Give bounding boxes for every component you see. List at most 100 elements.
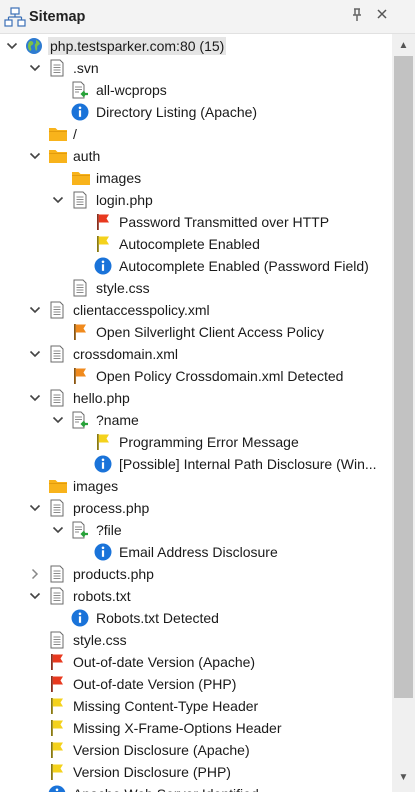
- tree-node[interactable]: Version Disclosure (PHP): [0, 761, 392, 783]
- tree-node-label[interactable]: /: [71, 125, 79, 143]
- flag-yellow-icon: [94, 235, 112, 253]
- tree-node-label[interactable]: products.php: [71, 565, 156, 583]
- chevron-down-icon[interactable]: [28, 387, 42, 409]
- tree-node[interactable]: ?name: [0, 409, 392, 431]
- tree-node-label[interactable]: Out-of-date Version (PHP): [71, 675, 238, 693]
- chevron-down-icon[interactable]: [28, 585, 42, 607]
- globe-icon: [25, 37, 43, 55]
- chevron-down-icon[interactable]: [28, 497, 42, 519]
- tree-node-label[interactable]: style.css: [94, 279, 152, 297]
- tree-node-label[interactable]: ?file: [94, 521, 124, 539]
- scroll-up-icon[interactable]: ▲: [392, 38, 415, 54]
- chevron-down-icon[interactable]: [51, 189, 65, 211]
- tree-node[interactable]: Directory Listing (Apache): [0, 101, 392, 123]
- tree-node[interactable]: Open Policy Crossdomain.xml Detected: [0, 365, 392, 387]
- tree-node-label[interactable]: robots.txt: [71, 587, 133, 605]
- tree-node-label[interactable]: [Possible] Internal Path Disclosure (Win…: [117, 455, 379, 473]
- tree-node[interactable]: crossdomain.xml: [0, 343, 392, 365]
- tree-node[interactable]: products.php: [0, 563, 392, 585]
- tree-node-label[interactable]: Directory Listing (Apache): [94, 103, 259, 121]
- tree-node[interactable]: clientaccesspolicy.xml: [0, 299, 392, 321]
- tree-node[interactable]: images: [0, 167, 392, 189]
- tree-node[interactable]: .svn: [0, 57, 392, 79]
- tree-node[interactable]: hello.php: [0, 387, 392, 409]
- tree-node-label[interactable]: .svn: [71, 59, 101, 77]
- tree-node-label[interactable]: login.php: [94, 191, 155, 209]
- tree-node[interactable]: [Possible] Internal Path Disclosure (Win…: [0, 453, 392, 475]
- tree-node[interactable]: Apache Web Server Identified: [0, 783, 392, 792]
- chevron-down-icon[interactable]: [28, 299, 42, 321]
- tree-node[interactable]: Version Disclosure (Apache): [0, 739, 392, 761]
- vertical-scrollbar[interactable]: ▲ ▼: [392, 34, 415, 792]
- page-icon: [71, 191, 89, 209]
- tree-node[interactable]: Programming Error Message: [0, 431, 392, 453]
- tree-node[interactable]: login.php: [0, 189, 392, 211]
- tree-node-label[interactable]: ?name: [94, 411, 141, 429]
- chevron-down-icon[interactable]: [28, 57, 42, 79]
- tree-node-label[interactable]: Open Policy Crossdomain.xml Detected: [94, 367, 345, 385]
- page-icon: [48, 301, 66, 319]
- chevron-down-icon[interactable]: [51, 519, 65, 541]
- tree-node[interactable]: Password Transmitted over HTTP: [0, 211, 392, 233]
- info-icon: [94, 543, 112, 561]
- tree-node-label[interactable]: Programming Error Message: [117, 433, 301, 451]
- tree-node-label[interactable]: auth: [71, 147, 102, 165]
- tree-node[interactable]: Missing Content-Type Header: [0, 695, 392, 717]
- tree-node-label[interactable]: Open Silverlight Client Access Policy: [94, 323, 326, 341]
- tree-node-label[interactable]: Autocomplete Enabled: [117, 235, 262, 253]
- tree-node[interactable]: style.css: [0, 277, 392, 299]
- tree-node-label[interactable]: Missing X-Frame-Options Header: [71, 719, 284, 737]
- tree-node-label[interactable]: Robots.txt Detected: [94, 609, 221, 627]
- tree-node[interactable]: Open Silverlight Client Access Policy: [0, 321, 392, 343]
- tree-node-label[interactable]: Apache Web Server Identified: [71, 785, 261, 792]
- tree-node[interactable]: all-wcprops: [0, 79, 392, 101]
- tree-node[interactable]: ?file: [0, 519, 392, 541]
- tree-node[interactable]: Out-of-date Version (PHP): [0, 673, 392, 695]
- tree-node[interactable]: Out-of-date Version (Apache): [0, 651, 392, 673]
- tree-node[interactable]: Autocomplete Enabled (Password Field): [0, 255, 392, 277]
- close-icon[interactable]: [373, 7, 391, 25]
- tree-node-label[interactable]: style.css: [71, 631, 129, 649]
- chevron-down-icon[interactable]: [51, 409, 65, 431]
- page-icon: [48, 631, 66, 649]
- flag-red-icon: [94, 213, 112, 231]
- chevron-right-icon[interactable]: [28, 563, 42, 585]
- tree-node[interactable]: Robots.txt Detected: [0, 607, 392, 629]
- tree-node[interactable]: style.css: [0, 629, 392, 651]
- tree-node[interactable]: images: [0, 475, 392, 497]
- chevron-down-icon[interactable]: [5, 35, 19, 57]
- sitemap-panel-header: Sitemap: [0, 0, 415, 34]
- tree-node-label[interactable]: Email Address Disclosure: [117, 543, 280, 561]
- tree-node[interactable]: Email Address Disclosure: [0, 541, 392, 563]
- scrollbar-thumb[interactable]: [394, 56, 413, 698]
- tree-node-label[interactable]: Autocomplete Enabled (Password Field): [117, 257, 371, 275]
- chevron-down-icon[interactable]: [28, 343, 42, 365]
- sitemap-icon: [4, 7, 26, 27]
- tree-node-label[interactable]: process.php: [71, 499, 151, 517]
- tree-node-label[interactable]: php.testsparker.com:80 (15): [48, 37, 227, 55]
- pin-icon[interactable]: [349, 8, 365, 26]
- tree-node[interactable]: process.php: [0, 497, 392, 519]
- tree-node[interactable]: auth: [0, 145, 392, 167]
- tree-node-label[interactable]: images: [71, 477, 120, 495]
- tree-node-label[interactable]: Missing Content-Type Header: [71, 697, 260, 715]
- tree-node-label[interactable]: clientaccesspolicy.xml: [71, 301, 212, 319]
- tree-node-label[interactable]: images: [94, 169, 143, 187]
- tree-node-label[interactable]: Version Disclosure (PHP): [71, 763, 233, 781]
- tree-node-label[interactable]: hello.php: [71, 389, 132, 407]
- flag-yellow-icon: [48, 697, 66, 715]
- tree-node[interactable]: Autocomplete Enabled: [0, 233, 392, 255]
- chevron-down-icon[interactable]: [28, 145, 42, 167]
- scroll-down-icon[interactable]: ▼: [392, 770, 415, 786]
- tree-node[interactable]: Missing X-Frame-Options Header: [0, 717, 392, 739]
- tree-node-label[interactable]: Password Transmitted over HTTP: [117, 213, 331, 231]
- tree-node-label[interactable]: all-wcprops: [94, 81, 169, 99]
- tree-node[interactable]: robots.txt: [0, 585, 392, 607]
- tree-node[interactable]: /: [0, 123, 392, 145]
- info-icon: [48, 785, 66, 792]
- tree-node-label[interactable]: Out-of-date Version (Apache): [71, 653, 257, 671]
- tree-node-label[interactable]: Version Disclosure (Apache): [71, 741, 252, 759]
- tree-node[interactable]: php.testsparker.com:80 (15): [0, 35, 392, 57]
- tree-node-label[interactable]: crossdomain.xml: [71, 345, 180, 363]
- sitemap-tree[interactable]: php.testsparker.com:80 (15) .svn all-wcpro…: [0, 34, 392, 792]
